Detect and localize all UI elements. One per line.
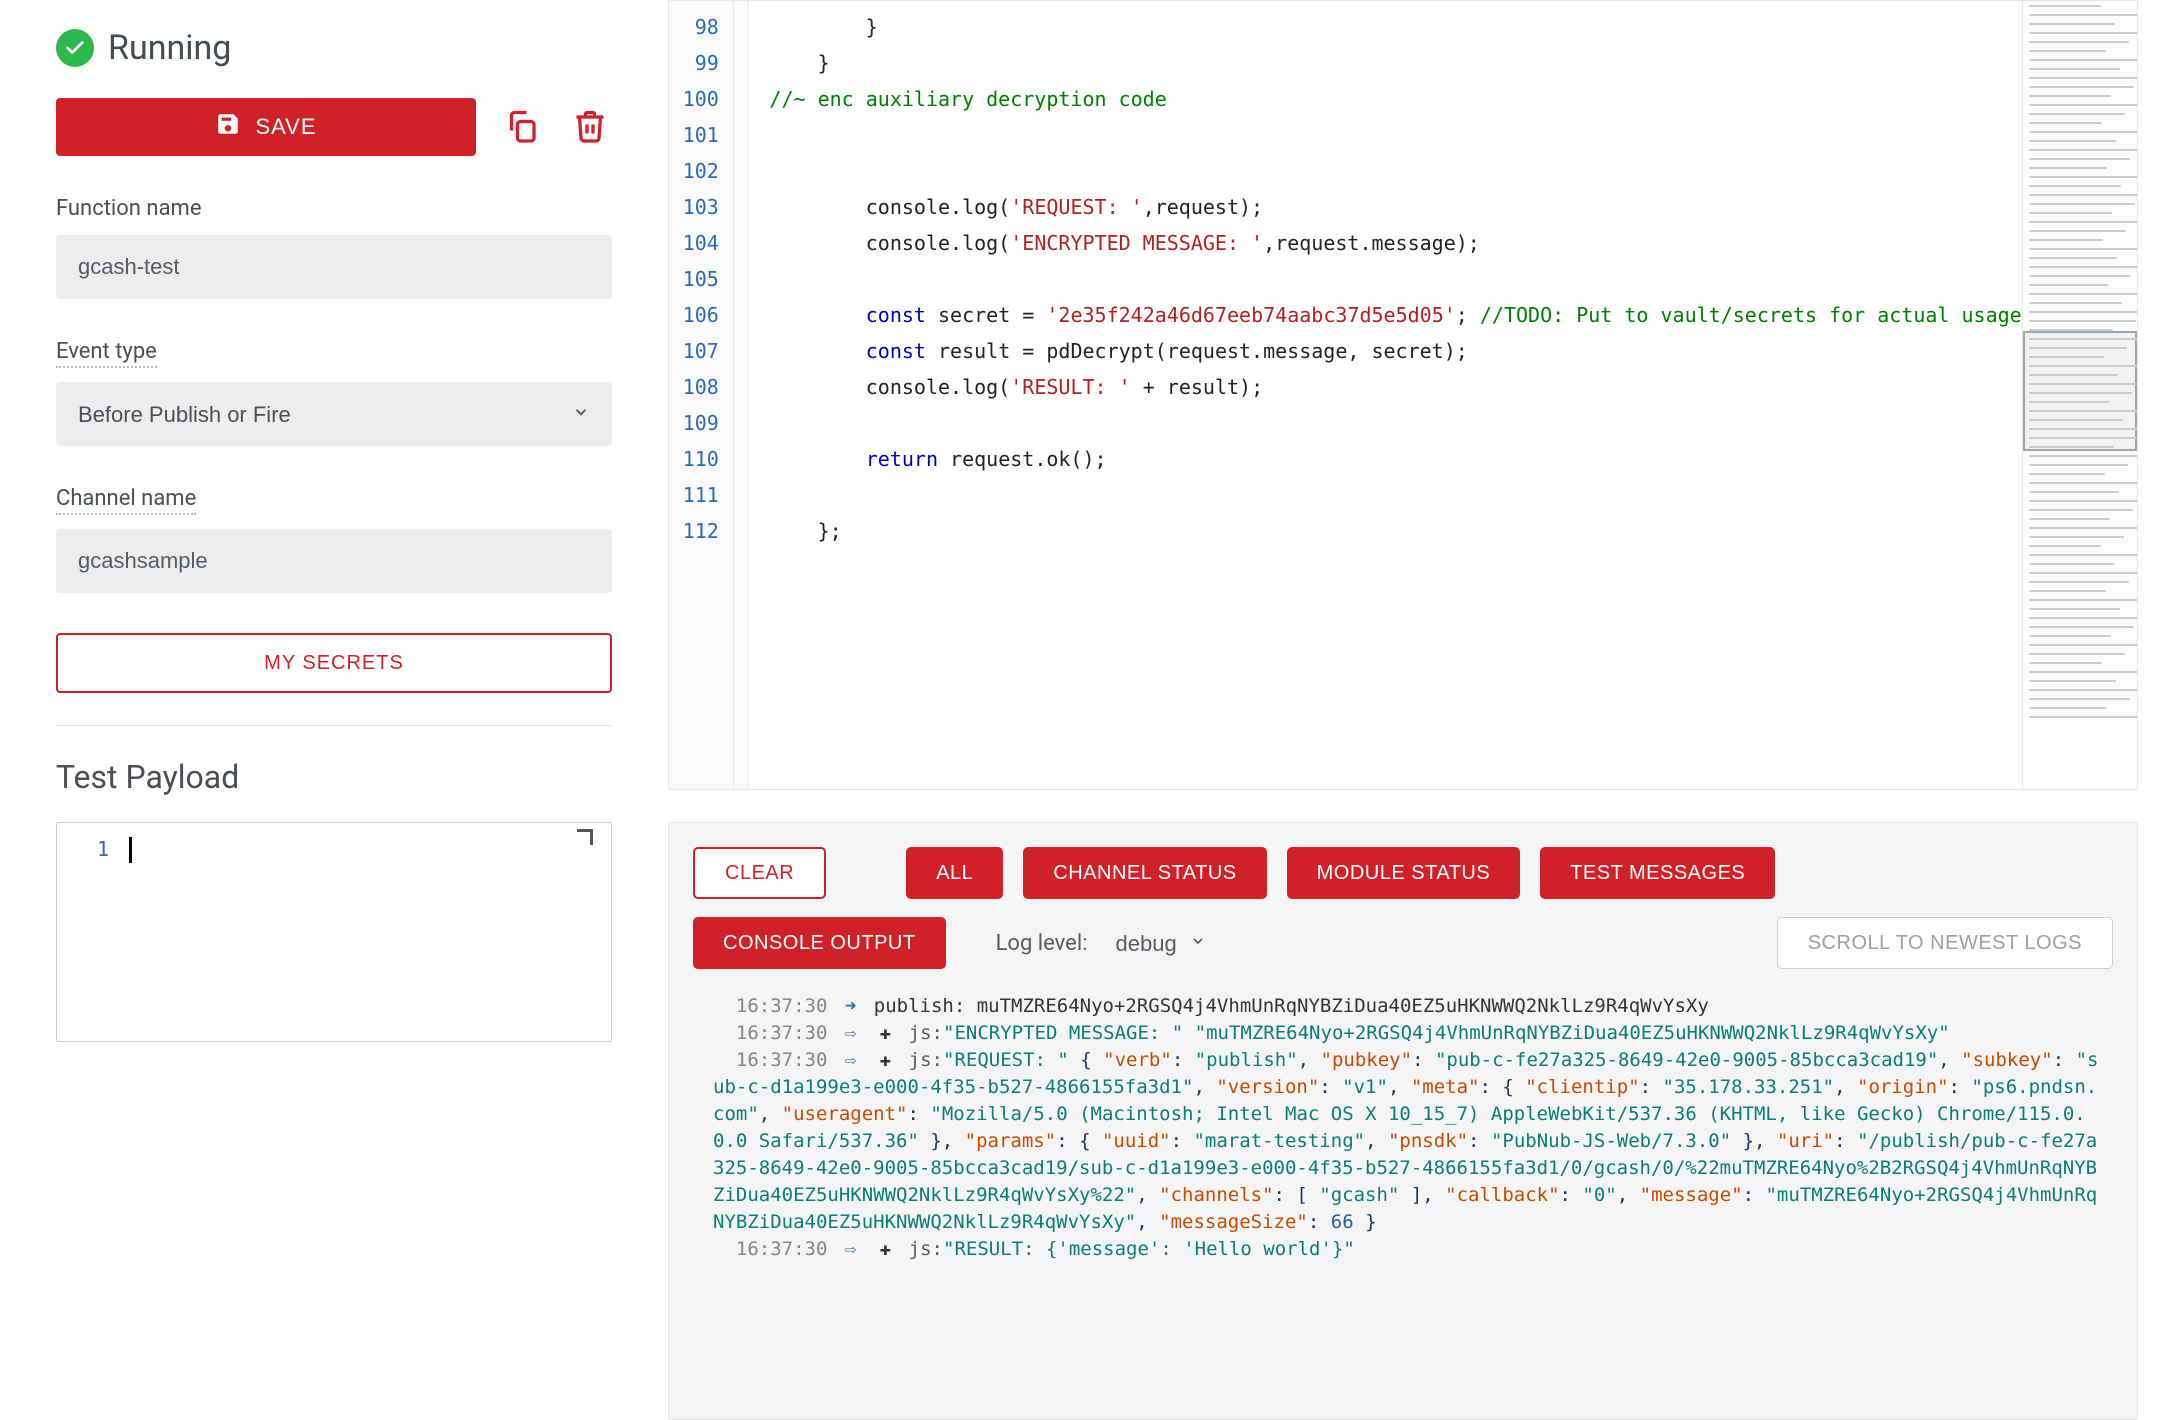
console-row-1: CLEAR ALL CHANNEL STATUS MODULE STATUS T… xyxy=(693,847,2113,899)
status-text: Running xyxy=(108,28,231,68)
duplicate-button[interactable] xyxy=(500,104,544,151)
sidebar: Running SAVE Function name Event type Be… xyxy=(0,0,668,1420)
minimap[interactable] xyxy=(2022,1,2137,789)
fold-marker-icon xyxy=(577,829,593,845)
console-row-2: CONSOLE OUTPUT Log level: debug SCROLL T… xyxy=(693,917,2113,969)
test-payload-editor[interactable]: 1 xyxy=(56,822,612,1042)
event-type-select[interactable]: Before Publish or Fire xyxy=(56,382,612,446)
log-output[interactable]: 16:37:30 ➜ publish: muTMZRE64Nyo+2RGSQ4j… xyxy=(693,987,2113,1395)
code-body[interactable]: } } //~ enc auxiliary decryption code co… xyxy=(749,1,2021,789)
console-output-button[interactable]: CONSOLE OUTPUT xyxy=(693,917,946,969)
channel-name-label: Channel name xyxy=(56,486,612,515)
module-status-button[interactable]: MODULE STATUS xyxy=(1287,847,1521,899)
trash-icon xyxy=(572,132,608,147)
code-editor[interactable]: 9899100101102103104105106107108109110111… xyxy=(668,0,2138,790)
status-row: Running xyxy=(56,28,612,68)
save-button[interactable]: SAVE xyxy=(56,98,476,156)
channel-name-input[interactable] xyxy=(56,529,612,593)
save-icon xyxy=(215,111,241,143)
log-level-label: Log level: xyxy=(996,931,1088,956)
minimap-viewport[interactable] xyxy=(2023,331,2137,451)
event-type-label: Event type xyxy=(56,339,612,368)
chevron-down-icon xyxy=(1190,933,1206,953)
scroll-newest-button[interactable]: SCROLL TO NEWEST LOGS xyxy=(1777,917,2113,969)
payload-body[interactable] xyxy=(129,823,611,1041)
divider xyxy=(56,725,612,726)
caret-icon xyxy=(129,837,132,863)
main: 9899100101102103104105106107108109110111… xyxy=(668,0,2158,1420)
code-fold-column xyxy=(734,1,750,789)
check-circle-icon xyxy=(56,29,94,67)
console-panel: CLEAR ALL CHANNEL STATUS MODULE STATUS T… xyxy=(668,822,2138,1420)
save-button-label: SAVE xyxy=(255,114,316,140)
test-payload-title: Test Payload xyxy=(56,758,612,796)
clear-button[interactable]: CLEAR xyxy=(693,847,826,899)
my-secrets-button[interactable]: MY SECRETS xyxy=(56,633,612,693)
channel-status-button[interactable]: CHANNEL STATUS xyxy=(1023,847,1266,899)
payload-gutter: 1 xyxy=(57,823,129,1041)
copy-icon xyxy=(504,132,540,147)
save-row: SAVE xyxy=(56,98,612,156)
function-name-label: Function name xyxy=(56,196,612,221)
code-gutter: 9899100101102103104105106107108109110111… xyxy=(669,1,734,789)
test-messages-button[interactable]: TEST MESSAGES xyxy=(1540,847,1775,899)
all-button[interactable]: ALL xyxy=(906,847,1003,899)
function-name-input[interactable] xyxy=(56,235,612,299)
delete-button[interactable] xyxy=(568,104,612,151)
